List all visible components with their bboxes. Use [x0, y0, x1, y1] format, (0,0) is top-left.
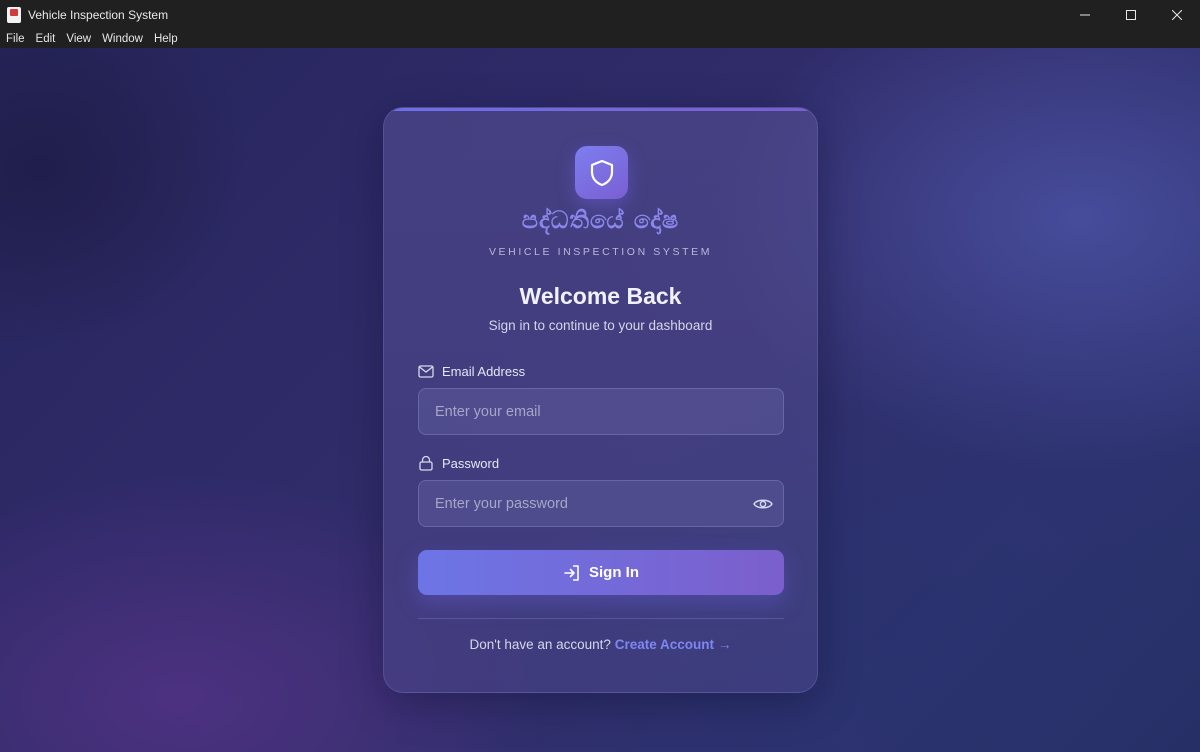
arrow-right-icon: → [717, 637, 732, 652]
menu-view[interactable]: View [66, 33, 91, 45]
card-accent-bar [384, 108, 817, 111]
signup-prompt-text: Don't have an account? [469, 637, 611, 652]
app-icon [7, 6, 21, 23]
show-password-toggle[interactable] [753, 495, 773, 513]
page-title: Welcome Back [519, 283, 682, 309]
page-subtitle: Sign in to continue to your dashboard [488, 318, 713, 333]
menu-window[interactable]: Window [102, 33, 143, 45]
close-icon [1172, 9, 1182, 20]
password-placeholder: Enter your password [435, 495, 568, 512]
login-background: පද්ධතියේ දෝෂ VEHICLE INSPECTION SYSTEM W… [0, 48, 1200, 752]
password-field[interactable]: Enter your password [418, 480, 784, 527]
login-icon [564, 564, 579, 581]
signup-prompt: Don't have an account? Create Account → [384, 637, 817, 652]
maximize-icon [1126, 9, 1136, 20]
window-titlebar: Vehicle Inspection System [0, 0, 1200, 29]
login-card: පද්ධතියේ දෝෂ VEHICLE INSPECTION SYSTEM W… [383, 107, 818, 693]
sign-in-button[interactable]: Sign In [418, 550, 784, 595]
divider [418, 618, 784, 619]
menu-bar: File Edit View Window Help [0, 29, 1200, 48]
eye-icon [753, 499, 773, 509]
password-label-text: Password [442, 455, 500, 471]
menu-help[interactable]: Help [154, 33, 178, 45]
brand-subtitle: VEHICLE INSPECTION SYSTEM [488, 246, 713, 258]
email-field[interactable]: Enter your email [418, 388, 784, 435]
lock-icon [419, 455, 433, 471]
password-label: Password [418, 455, 499, 471]
brand-logo [575, 146, 628, 199]
menu-edit[interactable]: Edit [36, 33, 56, 45]
mail-icon [418, 365, 434, 378]
menu-file[interactable]: File [6, 33, 25, 45]
minimize-button[interactable] [1062, 0, 1108, 29]
shield-icon [590, 159, 613, 186]
email-label: Email Address [418, 364, 525, 379]
email-placeholder: Enter your email [435, 403, 541, 420]
email-label-text: Email Address [442, 364, 526, 379]
brand-name: පද්ධතියේ දෝෂ [521, 206, 680, 234]
window-title: Vehicle Inspection System [28, 7, 169, 22]
window-controls [1062, 0, 1200, 29]
create-account-link[interactable]: Create Account [615, 637, 714, 652]
close-button[interactable] [1154, 0, 1200, 29]
minimize-icon [1080, 14, 1090, 15]
sign-in-label: Sign In [589, 564, 639, 581]
maximize-button[interactable] [1108, 0, 1154, 29]
